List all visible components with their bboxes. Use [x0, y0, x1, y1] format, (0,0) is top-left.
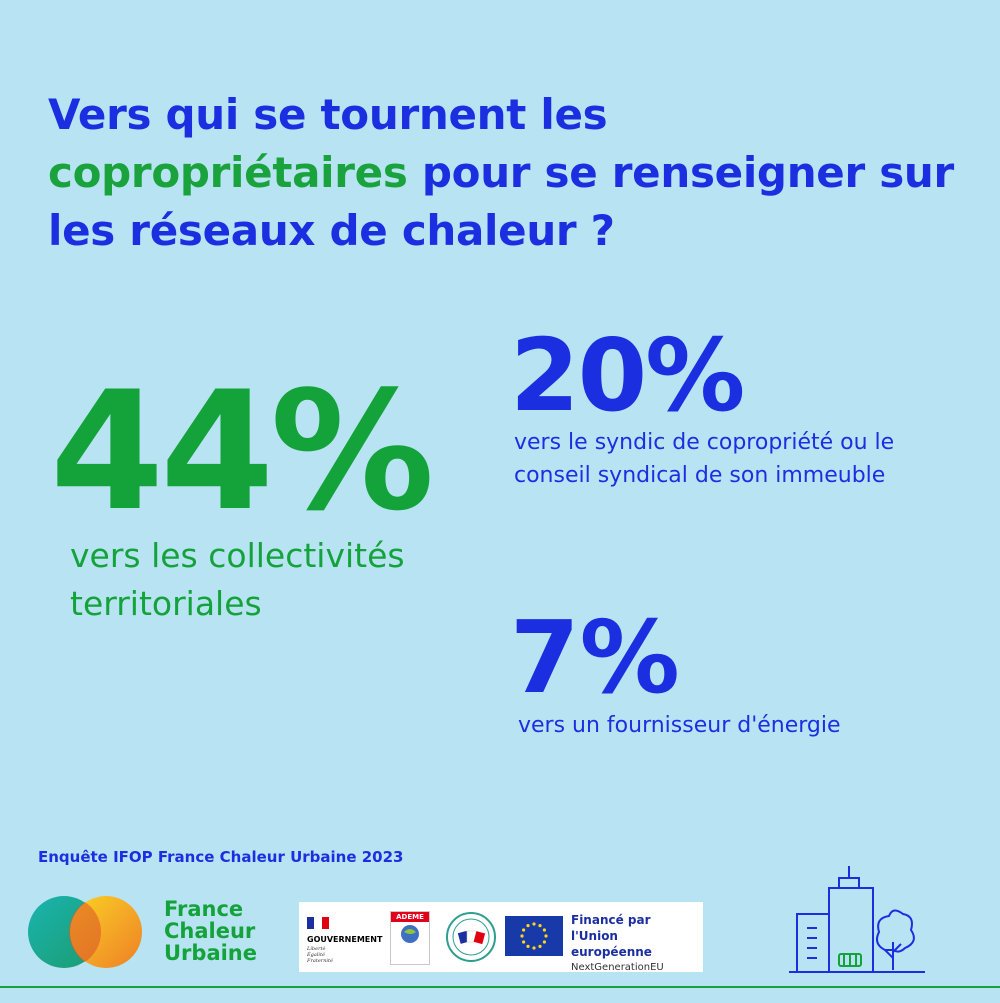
eu-funding-text: Financé par l'Union européenne NextGener… [571, 912, 703, 976]
city-buildings-icon [789, 866, 925, 973]
eu-line-3: NextGenerationEU [571, 962, 664, 973]
stat-20-value: 20% [510, 317, 745, 434]
gov-motto-3: Fraternité [307, 958, 333, 964]
ademe-globe-icon [401, 925, 419, 943]
eu-flag-icon [505, 916, 563, 956]
france-relance-icon [446, 912, 496, 962]
relance-label: FRANCE RELANCE [301, 964, 310, 965]
french-flag-icon [307, 917, 329, 929]
stat-20-label: vers le syndic de copropriété ou le cons… [514, 430, 895, 488]
title-highlight: copropriétaires [48, 148, 408, 197]
stat-7-value: 7% [510, 599, 680, 716]
baseline-divider [0, 986, 1000, 988]
eu-line-2: l'Union européenne [571, 929, 652, 959]
france-chaleur-urbaine-logo-icon [28, 896, 142, 968]
gouvernement-logo: GOUVERNEMENT Liberté Égalité Fraternité [307, 914, 382, 964]
stat-44-label: vers les collectivités territoriales [70, 536, 405, 623]
brand-line-1: France [164, 897, 244, 921]
page-title: Vers qui se tournent les copropriétaires… [48, 86, 978, 260]
ademe-logo: ADEME [390, 911, 430, 965]
brand-line-3: Urbaine [164, 941, 258, 965]
ademe-label: ADEME [391, 912, 429, 922]
partner-logos: GOUVERNEMENT Liberté Égalité Fraternité … [299, 902, 703, 973]
stat-7-label: vers un fournisseur d'énergie [518, 713, 841, 738]
brand-name: France Chaleur Urbaine [164, 898, 257, 964]
gov-label: GOUVERNEMENT [307, 935, 383, 944]
stat-44-value: 44% [50, 356, 435, 547]
brand-line-2: Chaleur [164, 919, 256, 943]
eu-line-1: Financé par [571, 913, 651, 927]
source-note: Enquête IFOP France Chaleur Urbaine 2023 [38, 848, 404, 866]
title-part1: Vers qui se tournent les [48, 90, 608, 139]
